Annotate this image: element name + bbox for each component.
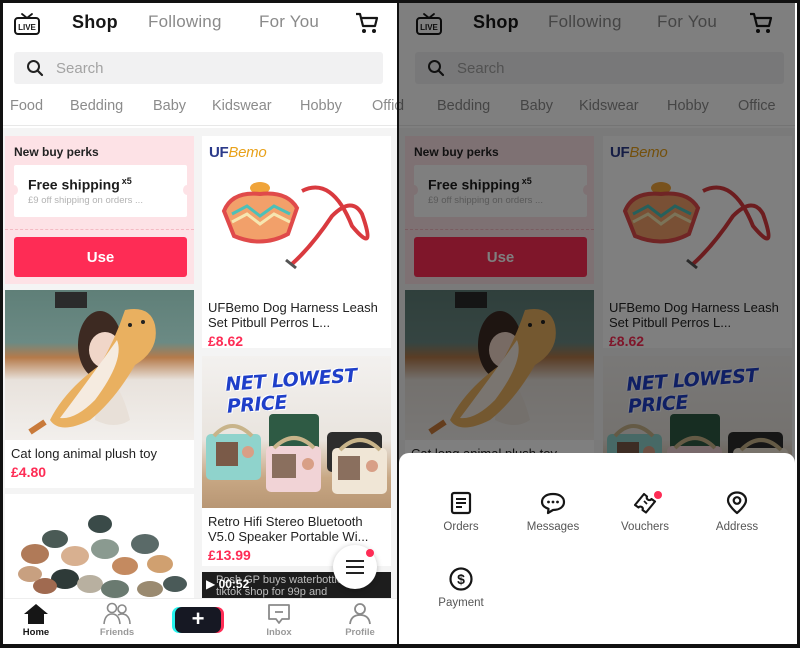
category-divider xyxy=(3,125,399,126)
bottom-navigation: Home Friends + Inbox Profile xyxy=(3,598,399,644)
perks-title: New buy perks xyxy=(14,145,99,159)
free-shipping-voucher[interactable]: Free shippingx5 £9 off shipping on order… xyxy=(10,165,191,217)
tab-shop[interactable]: Shop xyxy=(72,12,118,33)
retro-speakers-illustration xyxy=(206,414,387,494)
cat-plush-illustration xyxy=(28,292,156,435)
menu-item-label: Vouchers xyxy=(621,521,669,533)
orders-icon xyxy=(450,491,472,515)
video-duration: ▶ 00:52 xyxy=(206,577,250,591)
product-image xyxy=(5,290,194,440)
menu-item-payment[interactable]: $ Payment xyxy=(415,567,507,609)
messages-icon xyxy=(540,492,566,515)
plus-icon: + xyxy=(175,607,221,633)
product-name: UFBemo Dog Harness Leash Set Pitbull Per… xyxy=(208,300,378,330)
nav-profile[interactable]: Profile xyxy=(330,602,390,638)
category-baby[interactable]: Baby xyxy=(153,98,186,114)
voucher-title: Free shippingx5 xyxy=(28,176,132,193)
menu-item-vouchers[interactable]: Vouchers xyxy=(599,491,691,533)
use-voucher-button[interactable]: Use xyxy=(14,237,187,277)
tab-for-you[interactable]: For You xyxy=(259,12,319,32)
hamburger-menu-icon xyxy=(346,560,364,574)
category-tabs: Food Bedding Baby Kidswear Hobby Office xyxy=(3,95,399,121)
nav-profile-label: Profile xyxy=(345,627,375,638)
menu-item-address[interactable]: Address xyxy=(691,491,783,533)
stone-mushrooms-illustration xyxy=(18,515,187,598)
notification-dot xyxy=(366,549,374,557)
search-icon xyxy=(27,60,44,77)
product-card[interactable]: NET LOWEST PRICE xyxy=(202,356,391,566)
product-feed[interactable]: New buy perks Free shippingx5 £9 off shi… xyxy=(3,128,399,598)
product-card[interactable]: Cat long animal plush toy £4.80 xyxy=(5,290,194,488)
voucher-subtitle: £9 off shipping on orders ... xyxy=(28,195,143,206)
shopping-cart-icon[interactable] xyxy=(355,12,379,34)
menu-item-label: Payment xyxy=(438,597,484,609)
product-image: NET LOWEST PRICE xyxy=(202,356,391,508)
tab-following[interactable]: Following xyxy=(148,12,222,32)
menu-item-label: Messages xyxy=(526,521,580,533)
product-card[interactable] xyxy=(5,494,194,598)
location-pin-icon xyxy=(726,491,748,515)
category-bedding[interactable]: Bedding xyxy=(70,98,123,114)
dollar-icon: $ xyxy=(449,567,473,591)
nav-inbox[interactable]: Inbox xyxy=(249,602,309,638)
menu-item-label: Address xyxy=(715,521,759,533)
svg-text:$: $ xyxy=(457,571,465,587)
nav-home[interactable]: Home xyxy=(6,602,66,638)
home-icon xyxy=(24,604,48,624)
menu-item-messages[interactable]: Messages xyxy=(507,491,599,533)
svg-text:LIVE: LIVE xyxy=(18,23,36,32)
shop-screen: LIVE Shop Following For You Food Bedding… xyxy=(3,3,399,644)
product-name: Cat long animal plush toy xyxy=(11,446,157,461)
product-image: UFBemo xyxy=(202,136,391,296)
shop-menu-sheet: Orders Messages Vouchers Address $ Payme… xyxy=(399,453,795,644)
shop-menu-button[interactable] xyxy=(333,545,377,589)
category-food[interactable]: Food xyxy=(10,98,43,114)
new-buy-perks-card: New buy perks Free shippingx5 £9 off shi… xyxy=(5,136,194,284)
top-navigation: LIVE Shop Following For You xyxy=(3,3,399,47)
menu-item-label: Orders xyxy=(443,521,479,533)
search-bar[interactable] xyxy=(14,52,383,84)
search-input[interactable] xyxy=(56,56,356,80)
product-name: Retro Hifi Stereo Bluetooth V5.0 Speaker… xyxy=(208,514,369,544)
shop-screen-with-menu: LIVE Shop Following For You Food Bedding… xyxy=(399,3,795,644)
nav-friends[interactable]: Friends xyxy=(87,602,147,638)
live-tv-icon[interactable]: LIVE xyxy=(13,12,41,36)
product-price: £8.62 xyxy=(208,333,244,348)
inbox-icon xyxy=(268,604,290,624)
nav-friends-label: Friends xyxy=(99,627,135,638)
panel-divider xyxy=(397,3,399,644)
brand-logo: UFBemo xyxy=(209,144,267,161)
product-card[interactable]: UFBemo UFBemo Dog Harness Leash Set Pitb… xyxy=(202,136,391,348)
category-hobby[interactable]: Hobby xyxy=(300,98,342,114)
menu-item-orders[interactable]: Orders xyxy=(415,491,507,533)
category-kidswear[interactable]: Kidswear xyxy=(212,98,272,114)
nav-inbox-label: Inbox xyxy=(266,627,292,638)
product-price: £13.99 xyxy=(208,547,251,563)
product-price: £4.80 xyxy=(11,464,47,480)
category-office[interactable]: Office xyxy=(372,98,399,114)
create-post-button[interactable]: + xyxy=(172,607,224,633)
voucher-notification-dot xyxy=(654,491,662,499)
dashed-divider xyxy=(5,229,194,230)
friends-icon xyxy=(103,602,131,625)
profile-icon xyxy=(349,603,371,625)
nav-home-label: Home xyxy=(22,627,50,638)
